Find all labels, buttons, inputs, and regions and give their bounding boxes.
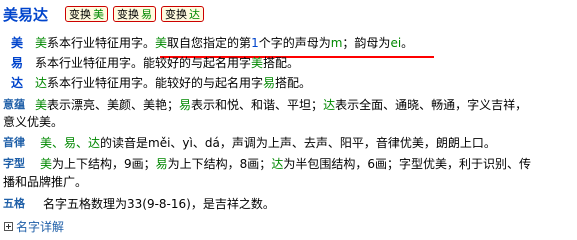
yinlv-label: 音律 — [3, 136, 25, 149]
swap-button-da[interactable]: 变换达 — [161, 6, 204, 22]
swap-button-mei[interactable]: 变换美 — [65, 6, 108, 22]
name-title: 美易达 — [3, 5, 49, 24]
char-highlight: 易 — [263, 76, 276, 90]
swap-char: 易 — [141, 8, 152, 21]
swap-label: 变换 — [117, 8, 139, 21]
yinlv-text: 美、易、达的读音是měi、yì、dá，声调为上声、去声、阳平，音律优美，朗朗上口… — [40, 135, 573, 151]
char-highlight: 达 — [323, 98, 336, 112]
detail-label[interactable]: 名字详解 — [16, 218, 64, 235]
text: 取自您指定的第 — [167, 36, 252, 50]
swap-label: 变换 — [69, 8, 91, 21]
initial-highlight: m — [330, 36, 343, 50]
char-highlight: 美 — [35, 98, 48, 112]
text: 系本行业特征用字。能较好的与起名用字 — [47, 76, 264, 90]
yiyun-text: 美表示漂亮、美颜、美艳；易表示和悦、和谐、平坦；达表示全面、通晓、畅通，字义吉祥… — [35, 97, 573, 113]
wuge-label: 五格 — [3, 197, 25, 210]
text: 系本行业特征用字。能较好的与起名用字 — [35, 56, 252, 70]
char-highlight: 易 — [155, 157, 168, 171]
swap-char: 美 — [93, 8, 104, 21]
char-highlight: 美 — [40, 157, 53, 171]
swap-char: 达 — [189, 8, 200, 21]
swap-button-yi[interactable]: 变换易 — [113, 6, 156, 22]
text: 为半包围结构，6画；字型优美，利于识别、传 — [283, 157, 531, 171]
text: 表示和悦、和谐、平坦； — [191, 98, 324, 112]
text: 为上下结构，9画； — [52, 157, 156, 171]
char-highlight: 美 — [251, 56, 264, 70]
text: 表示全面、通晓、畅通，字义吉祥， — [335, 98, 528, 112]
final-highlight: ei — [390, 36, 402, 50]
char-highlight: 达 — [35, 76, 48, 90]
expand-plus-icon[interactable] — [4, 222, 13, 231]
char-highlight: 易 — [179, 98, 192, 112]
zixing-text-cont: 播和品牌推广。 — [3, 175, 88, 189]
text: 搭配。 — [275, 76, 312, 90]
char-highlight: 美、易、达 — [40, 136, 101, 150]
text: 个字的声母为 — [258, 36, 331, 50]
text: 系本行业特征用字。 — [47, 36, 156, 50]
zixing-text: 美为上下结构，9画；易为上下结构，8画；达为半包围结构，6画；字型优美，利于识别… — [40, 156, 573, 172]
text: 的读音是měi、yì、dá，声调为上声、去声、阳平，音律优美，朗朗上口。 — [100, 136, 496, 150]
yiyun-label: 意蕴 — [3, 98, 25, 111]
swap-label: 变换 — [165, 8, 187, 21]
char-highlight: 达 — [271, 157, 284, 171]
row-text: 系本行业特征用字。能较好的与起名用字美搭配。 — [35, 55, 573, 71]
text: ；韵母为 — [342, 36, 391, 50]
text: 。 — [401, 36, 414, 50]
header: 美易达 变换美 变换易 变换达 — [3, 3, 209, 25]
yiyun-text-cont: 意义优美。 — [3, 115, 64, 129]
name-detail-link[interactable]: 名字详解 — [4, 218, 64, 235]
row-text: 达系本行业特征用字。能较好的与起名用字易搭配。 — [35, 75, 573, 91]
text: 为上下结构，8画； — [167, 157, 272, 171]
row-text: 美系本行业特征用字。美取自您指定的第1个字的声母为m；韵母为ei。 — [35, 35, 573, 51]
wuge-text: 名字五格数理为33(9-8-16)，是吉祥之数。 — [43, 197, 275, 211]
number-highlight: 1 — [251, 36, 259, 50]
char-highlight: 美 — [35, 36, 48, 50]
name-analysis-panel: 美易达 变换美 变换易 变换达 美 美系本行业特征用字。美取自您指定的第1个字的… — [0, 0, 577, 236]
char-highlight: 美 — [155, 36, 168, 50]
zixing-label: 字型 — [3, 157, 25, 170]
text: 搭配。 — [263, 56, 300, 70]
text: 表示漂亮、美颜、美艳； — [47, 98, 180, 112]
